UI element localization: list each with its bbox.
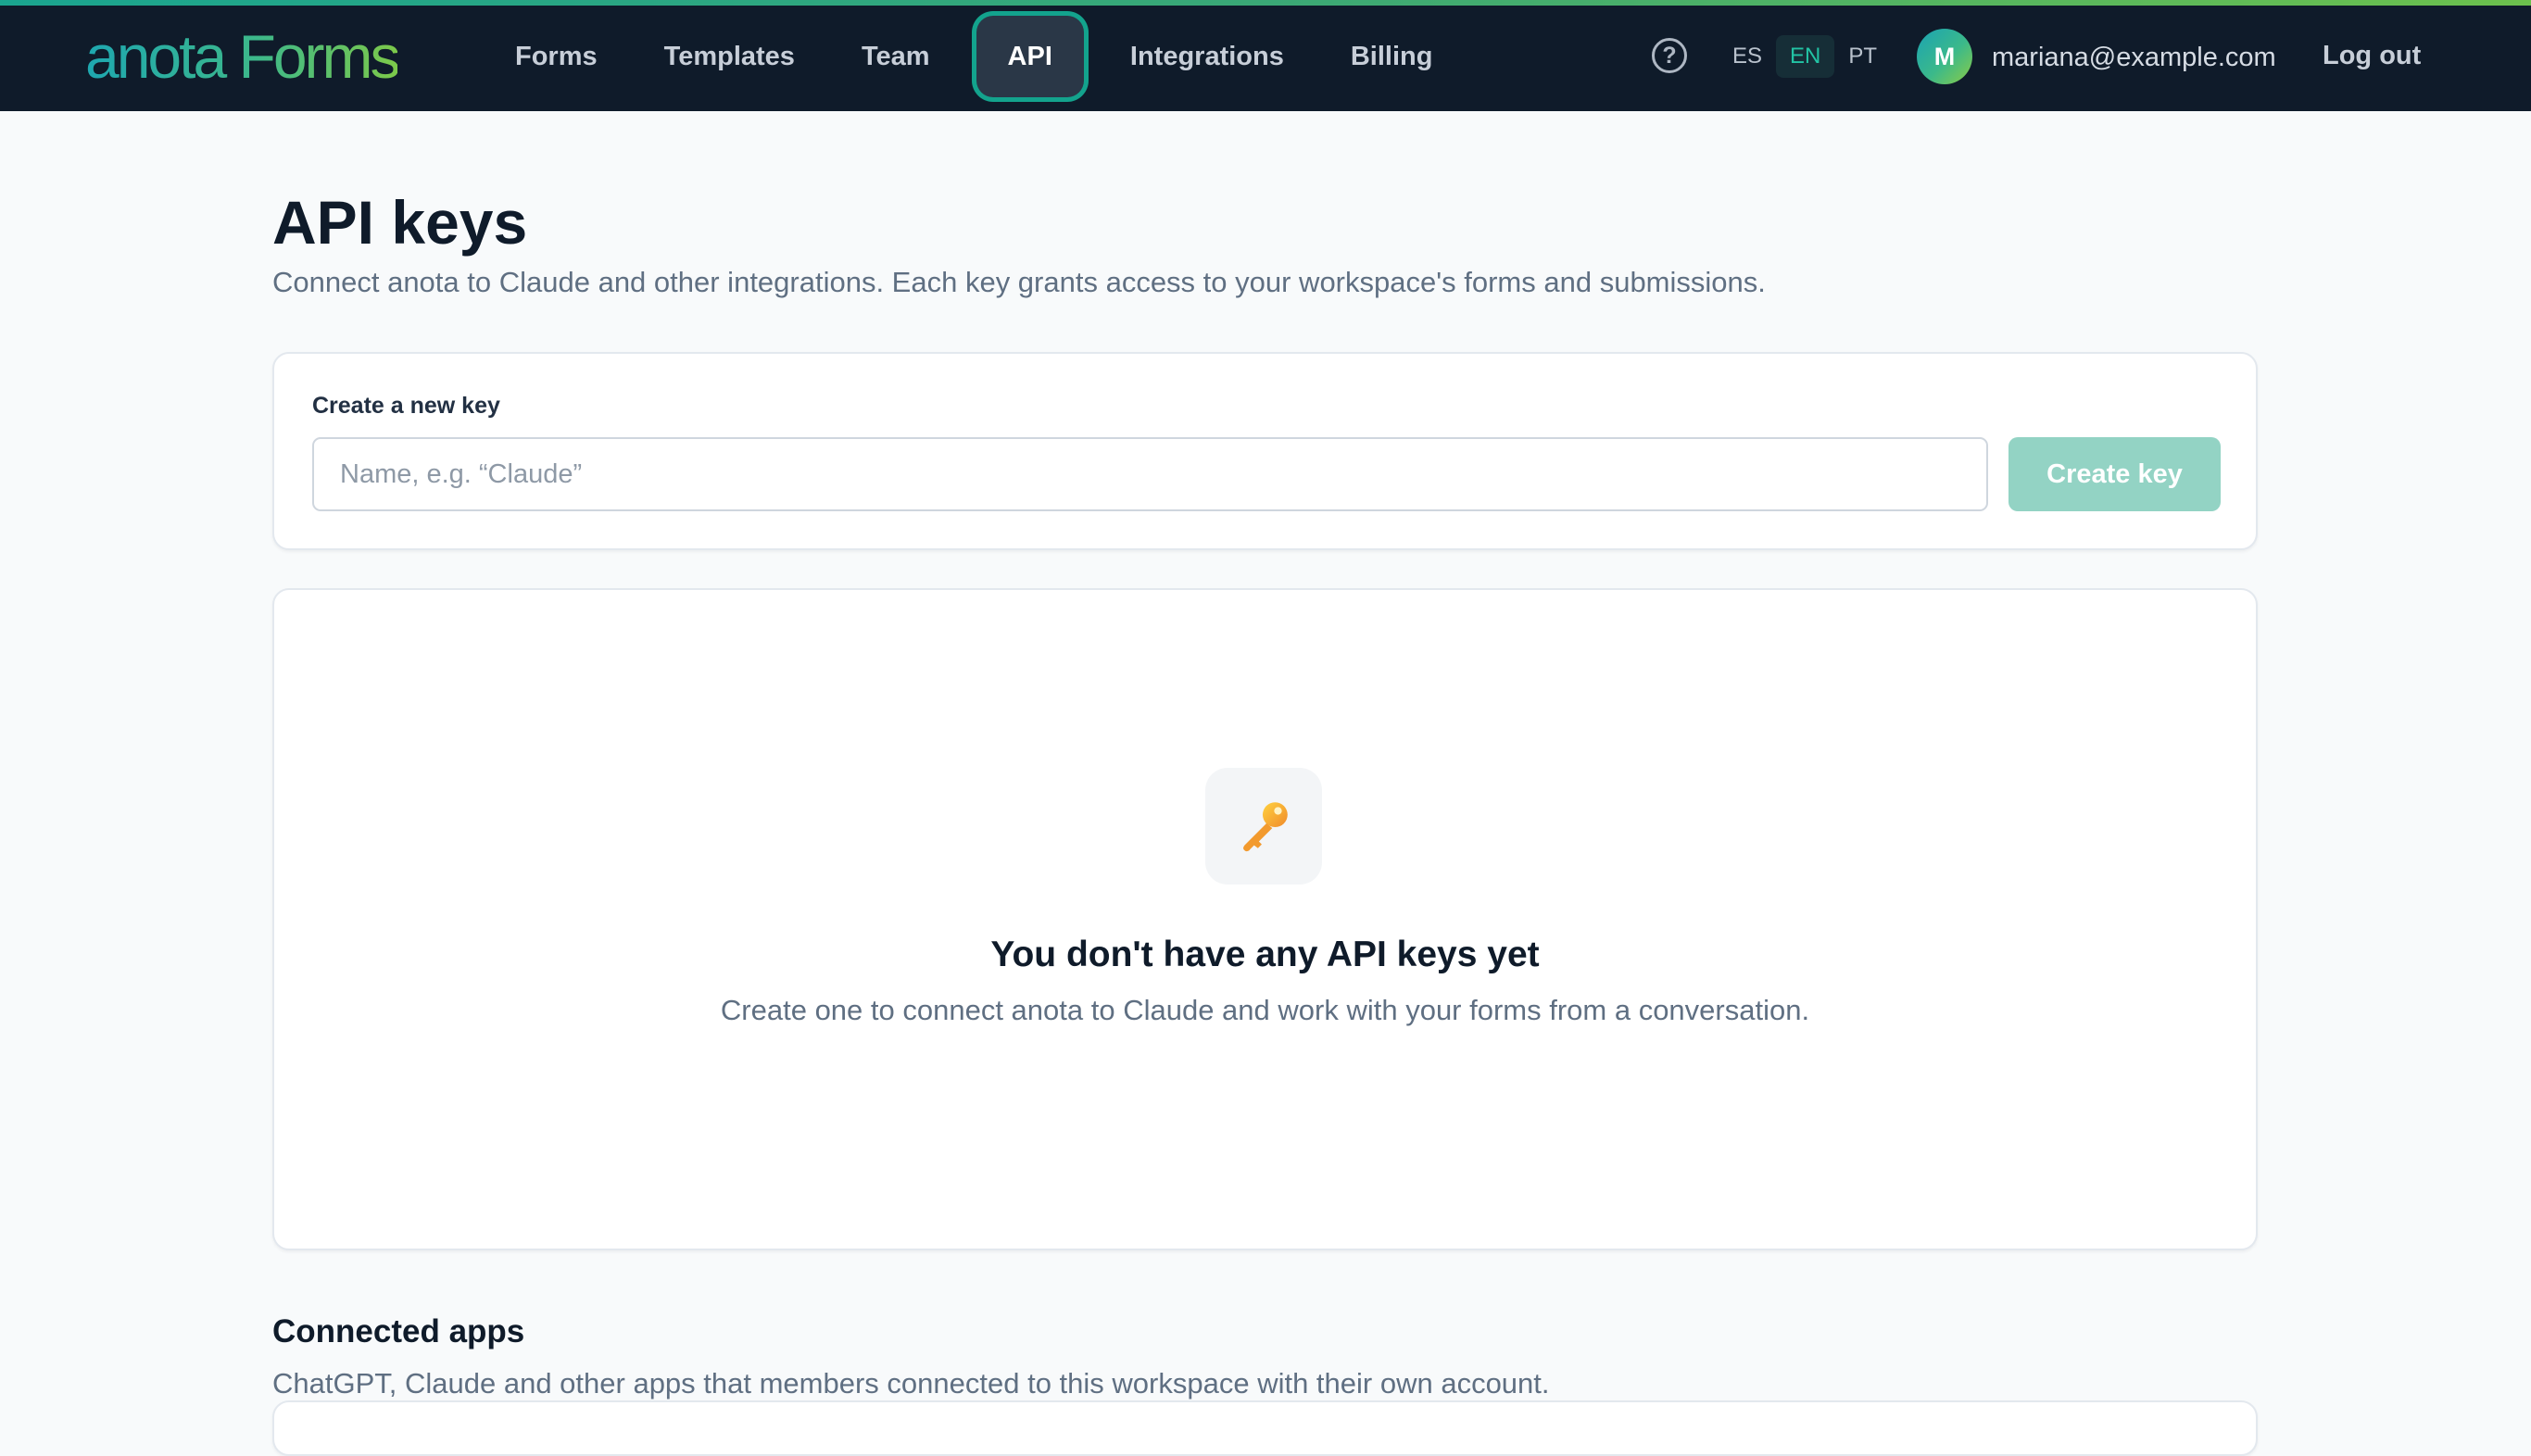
- nav-forms[interactable]: Forms: [482, 16, 631, 97]
- empty-state-title: You don't have any API keys yet: [990, 935, 1540, 974]
- nav-api[interactable]: API: [976, 16, 1084, 97]
- language-switcher: ES EN PT: [1719, 35, 1891, 78]
- nav-templates[interactable]: Templates: [631, 16, 828, 97]
- accent-stripe: [0, 0, 2531, 6]
- page-subtitle: Connect anota to Claude and other integr…: [272, 266, 1766, 298]
- create-key-button[interactable]: Create key: [2008, 437, 2221, 511]
- lang-es[interactable]: ES: [1719, 35, 1776, 78]
- top-navigation-bar: anota Forms Forms Templates Team API Int…: [0, 0, 2531, 111]
- nav-integrations[interactable]: Integrations: [1097, 16, 1317, 97]
- page-title: API keys: [272, 188, 528, 257]
- nav-billing[interactable]: Billing: [1317, 16, 1467, 97]
- create-key-card: Create a new key Create key: [272, 352, 2258, 550]
- connected-apps-subtitle: ChatGPT, Claude and other apps that memb…: [272, 1367, 1550, 1400]
- nav-team[interactable]: Team: [828, 16, 963, 97]
- user-email[interactable]: mariana@example.com: [1992, 39, 2276, 76]
- connected-apps-title: Connected apps: [272, 1313, 525, 1349]
- key-icon-badge: [1205, 768, 1322, 885]
- connected-apps-card: [272, 1400, 2258, 1456]
- help-icon[interactable]: ?: [1652, 38, 1687, 73]
- avatar[interactable]: M: [1917, 29, 1972, 84]
- lang-en[interactable]: EN: [1776, 35, 1835, 78]
- empty-state-subtitle: Create one to connect anota to Claude an…: [720, 994, 1810, 1026]
- lang-pt[interactable]: PT: [1834, 35, 1891, 78]
- api-keys-empty-state: You don't have any API keys yet Create o…: [272, 588, 2258, 1250]
- create-key-label: Create a new key: [312, 393, 500, 419]
- key-icon: [1243, 802, 1288, 852]
- logout-button[interactable]: Log out: [2323, 37, 2421, 74]
- main-nav: Forms Templates Team API Integrations Bi…: [482, 13, 1466, 100]
- brand-logo[interactable]: anota Forms: [85, 22, 400, 91]
- key-name-input[interactable]: [312, 437, 1988, 511]
